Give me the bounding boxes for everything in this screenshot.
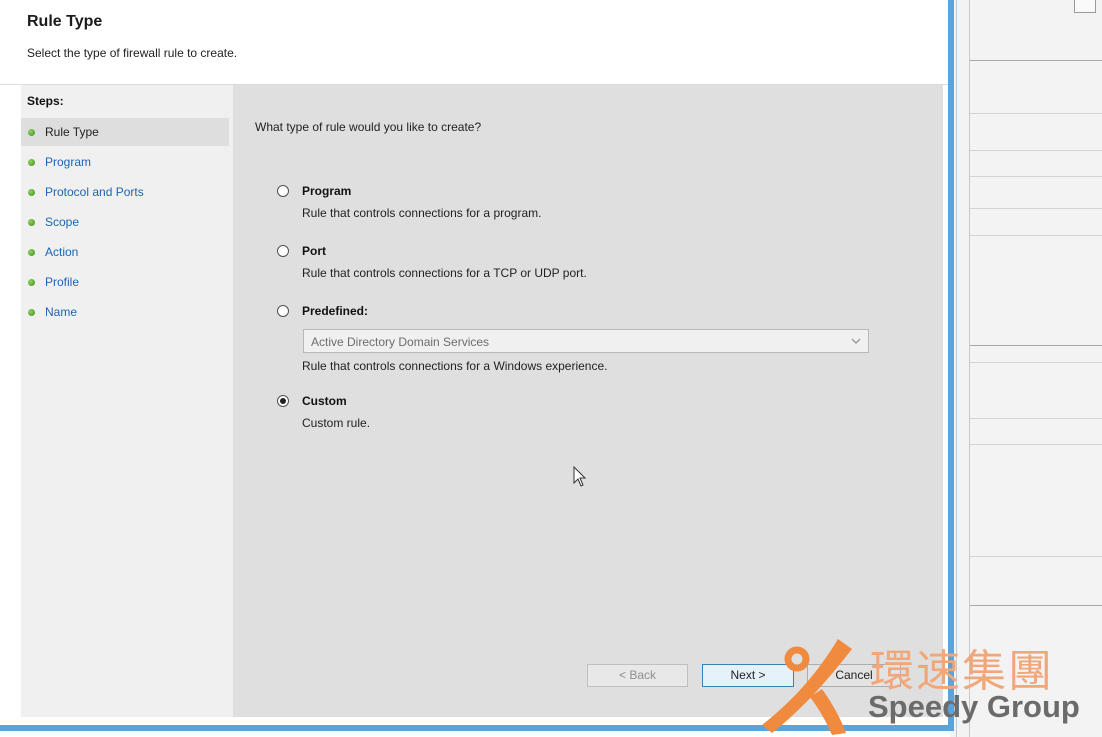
mouse-cursor-icon — [573, 465, 587, 491]
step-label: Action — [45, 245, 79, 259]
option-name: Program — [302, 184, 352, 198]
speedy-group-logo-icon — [762, 639, 852, 735]
step-bullet-icon — [28, 219, 35, 226]
step-bullet-icon — [28, 159, 35, 166]
steps-heading: Steps: — [27, 94, 64, 108]
divider — [970, 362, 1102, 363]
step-bullet-icon — [28, 129, 35, 136]
step-label: Protocol and Ports — [45, 185, 144, 199]
step-name[interactable]: Name — [21, 298, 229, 326]
step-scope[interactable]: Scope — [21, 208, 229, 236]
divider — [970, 208, 1102, 209]
option-name: Custom — [302, 394, 347, 408]
window-edge — [956, 0, 957, 737]
step-label: Scope — [45, 215, 80, 229]
rule-type-question: What type of rule would you like to crea… — [255, 120, 482, 134]
divider — [970, 418, 1102, 419]
step-protocol-and-ports[interactable]: Protocol and Ports — [21, 178, 229, 206]
divider — [970, 60, 1102, 61]
chevron-down-icon[interactable] — [851, 333, 861, 352]
step-bullet-icon — [28, 249, 35, 256]
watermark-english-text: Speedy Group — [868, 689, 1080, 724]
predefined-rules-select[interactable]: Active Directory Domain Services — [303, 329, 869, 353]
step-label: Rule Type — [45, 125, 99, 139]
divider — [970, 345, 1102, 346]
predefined-radio[interactable] — [277, 305, 289, 317]
step-label: Program — [45, 155, 92, 169]
speedy-group-watermark: 環速集團 Speedy Group — [760, 635, 1102, 737]
window-edge — [969, 0, 970, 737]
new-inbound-rule-wizard: Rule Type Select the type of firewall ru… — [0, 0, 954, 731]
option-description: Rule that controls connections for a pro… — [302, 206, 542, 220]
divider — [970, 113, 1102, 114]
wizard-header: Rule Type Select the type of firewall ru… — [0, 0, 948, 85]
step-program[interactable]: Program — [21, 148, 229, 176]
custom-radio[interactable] — [277, 395, 289, 407]
option-name: Port — [302, 244, 326, 258]
port-radio[interactable] — [277, 245, 289, 257]
option-name: Predefined: — [302, 304, 369, 318]
option-description: Rule that controls connections for a Win… — [302, 359, 608, 373]
divider — [970, 556, 1102, 557]
step-profile[interactable]: Profile — [21, 268, 229, 296]
page-subtitle: Select the type of firewall rule to crea… — [27, 46, 238, 60]
divider — [970, 176, 1102, 177]
divider — [970, 444, 1102, 445]
step-bullet-icon — [28, 309, 35, 316]
divider — [970, 150, 1102, 151]
step-action[interactable]: Action — [21, 238, 229, 266]
step-label: Profile — [45, 275, 80, 289]
step-rule-type[interactable]: Rule Type — [21, 118, 229, 146]
step-bullet-icon — [28, 189, 35, 196]
option-description: Rule that controls connections for a TCP… — [302, 266, 587, 280]
background-window — [950, 0, 1102, 737]
step-bullet-icon — [28, 279, 35, 286]
step-label: Name — [45, 305, 78, 319]
page-title: Rule Type — [27, 13, 103, 30]
divider — [970, 605, 1102, 606]
option-description: Custom rule. — [302, 416, 371, 430]
steps-panel: Steps: Rule Type Program Protocol and Po… — [21, 85, 233, 717]
back-button[interactable]: < Back — [587, 664, 688, 687]
window-button[interactable] — [1074, 0, 1096, 13]
divider — [970, 235, 1102, 236]
select-value: Active Directory Domain Services — [311, 335, 490, 349]
program-radio[interactable] — [277, 185, 289, 197]
rule-type-panel: What type of rule would you like to crea… — [233, 85, 943, 717]
